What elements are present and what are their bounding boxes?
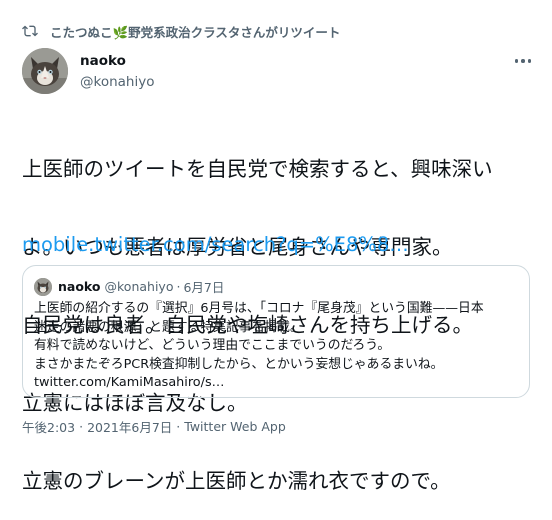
author-name[interactable]: naoko	[80, 53, 154, 71]
quoted-date[interactable]: 6月7日	[183, 277, 224, 296]
more-dot-icon	[521, 59, 525, 63]
tweet-line: 立憲のブレーンが上医師とか濡れ衣ですので。	[22, 469, 451, 493]
quoted-line: 上医師の紹介するの『選択』6月号は、「コロナ『尾身茂』という国難——日本	[34, 301, 484, 316]
cat-avatar-icon	[34, 277, 52, 296]
quoted-author-name[interactable]: naoko	[58, 279, 101, 294]
tweet-link[interactable]: mobile.twitter.com/search?q=%E8%8…	[22, 233, 409, 257]
more-dot-icon	[527, 59, 532, 63]
tweet-date[interactable]: 2021年6月7日	[87, 417, 172, 436]
author-info[interactable]: naoko @konahiyo	[80, 53, 154, 90]
metadata-separator: ·	[176, 419, 181, 434]
more-options-button[interactable]	[510, 52, 536, 70]
metadata-separator: ·	[79, 419, 84, 434]
author-avatar[interactable]	[22, 48, 68, 94]
quoted-separator: ·	[176, 279, 181, 294]
retweet-context-text: こたつぬこ🌿野党系政治クラスタさんがリツイート	[50, 24, 341, 40]
more-dot-icon	[514, 59, 519, 63]
tweet-time[interactable]: 午後2:03	[22, 417, 75, 436]
quoted-author-handle[interactable]: @konahiyo	[105, 279, 174, 294]
retweet-icon	[22, 25, 38, 37]
tweet-source-link[interactable]: Twitter Web App	[184, 419, 286, 434]
quoted-tweet-text: 上医師の紹介するの『選択』6月号は、「コロナ『尾身茂』という国難——日本 迷走の…	[34, 300, 522, 393]
quoted-line: 有料で読めないけど、どういう理由でここまでいうのだろう。	[34, 338, 391, 353]
author-handle[interactable]: @konahiyo	[80, 74, 154, 90]
tweet-line: 上医師のツイートを自民党で検索すると、興味深い	[22, 157, 493, 181]
tweet-metadata: 午後2:03 · 2021年6月7日 · Twitter Web App	[22, 417, 286, 436]
quoted-line: 迷走の諸悪の根源」と題する特集記事を掲載。	[34, 319, 303, 335]
quoted-tweet-header: naoko @konahiyo · 6月7日	[34, 277, 224, 296]
quoted-author-avatar[interactable]	[34, 277, 52, 296]
cat-avatar-icon	[22, 48, 68, 94]
quoted-line: まさかまたぞろPCR検査抑制したから、とかいう妄想じゃあるまいね。	[34, 356, 444, 372]
retweet-context[interactable]: こたつぬこ🌿野党系政治クラスタさんがリツイート	[22, 22, 340, 40]
quoted-link: twitter.com/KamiMasahiro/s…	[34, 375, 225, 390]
quoted-tweet[interactable]: naoko @konahiyo · 6月7日 上医師の紹介するの『選択』6月号は…	[22, 265, 530, 398]
